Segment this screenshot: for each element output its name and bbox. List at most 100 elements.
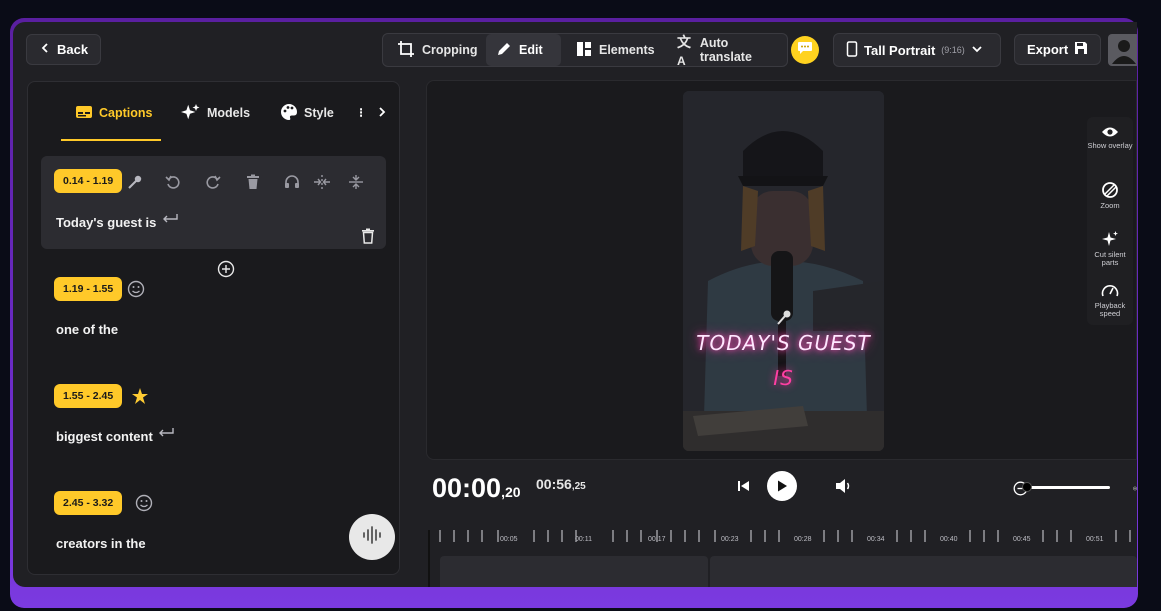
speedometer-icon [1101, 285, 1119, 297]
tab-models[interactable]: Models [181, 102, 250, 124]
tab-edit-label: Edit [519, 43, 543, 57]
tick-label: 00:23 [721, 536, 739, 543]
zoom-slider-handle[interactable] [1022, 482, 1032, 492]
zoom-button[interactable]: Zoom [1087, 181, 1133, 210]
skip-back-button[interactable] [736, 478, 752, 494]
phone-icon [846, 40, 858, 60]
total-duration-frames: ,25 [571, 481, 586, 492]
caption-text[interactable]: Today's guest is [56, 215, 156, 230]
export-label: Export [1027, 42, 1069, 57]
tab-cropping-label: Cropping [422, 43, 478, 57]
cut-silent-parts-button[interactable]: Cut silent parts [1087, 230, 1133, 267]
video-frame[interactable]: TODAY'S GUEST IS [683, 91, 884, 451]
show-overlay-button[interactable]: Show overlay [1087, 125, 1133, 150]
caption-text[interactable]: creators in the [56, 536, 146, 551]
star-icon[interactable] [131, 387, 149, 405]
play-button[interactable] [767, 471, 797, 501]
tab-captions[interactable]: Captions [75, 102, 152, 124]
volume-button[interactable] [835, 478, 853, 494]
tab-models-label: Models [207, 106, 251, 120]
caption-time-badge[interactable]: 1.19 - 1.55 [54, 277, 123, 301]
voice-record-button[interactable] [349, 514, 395, 560]
smiley-icon[interactable] [127, 280, 145, 298]
caption-text[interactable]: one of the [56, 322, 118, 337]
cut-silent-parts-label: Cut silent parts [1094, 250, 1126, 267]
caption-mic-emoji [775, 308, 793, 326]
tab-more[interactable]: ⁝ [359, 102, 363, 124]
playhead[interactable] [428, 530, 430, 587]
redo-icon[interactable] [204, 173, 222, 191]
caption-item[interactable]: 1.19 - 1.55 one of the [41, 273, 386, 353]
volume-icon [836, 479, 850, 493]
sparkle-icon [1102, 231, 1118, 246]
timeline-clip[interactable] [710, 556, 1137, 587]
split-icon[interactable] [347, 173, 365, 191]
format-select[interactable]: Tall Portrait (9:16) [833, 33, 1001, 67]
video-person-image [683, 91, 884, 451]
active-tab-indicator [61, 139, 161, 141]
chat-bubble-icon [797, 41, 813, 60]
tab-cropping[interactable]: Cropping [387, 34, 488, 66]
caption-item[interactable]: 2.45 - 3.32 creators in the [41, 487, 386, 567]
caption-time-badge[interactable]: 2.45 - 3.32 [54, 491, 123, 515]
tab-captions-label: Captions [99, 106, 153, 120]
editor-app: Back Cropping Edit Elements 文A Auto tran… [13, 22, 1137, 587]
zoom-icon [1102, 182, 1118, 198]
merge-icon[interactable] [313, 173, 331, 191]
captions-icon [75, 105, 93, 122]
zoom-in-button[interactable] [1133, 480, 1137, 496]
chat-support-button[interactable] [791, 36, 819, 64]
tabs-scroll-right[interactable] [377, 102, 387, 124]
timeline-clip[interactable] [440, 556, 708, 587]
skip-back-icon [738, 481, 749, 491]
translate-icon: 文A [677, 34, 691, 68]
line-break-icon[interactable] [157, 424, 175, 442]
caption-time-badge[interactable]: 0.14 - 1.19 [54, 169, 123, 193]
zoom-label: Zoom [1100, 201, 1120, 210]
undo-icon[interactable] [164, 173, 182, 191]
headphones-icon[interactable] [283, 173, 301, 191]
export-button[interactable]: Export [1014, 34, 1102, 65]
playback-speed-button[interactable]: Playback speed [1087, 283, 1133, 318]
timeline-panel: 00:00,20 00:56,25 00:05 00:11 00:17 00:2… [426, 466, 1137, 587]
tab-elements[interactable]: Elements [566, 34, 665, 66]
smiley-icon[interactable] [135, 494, 153, 512]
tab-style[interactable]: Style [280, 102, 334, 124]
format-ratio: (9:16) [941, 45, 965, 55]
sparkles-icon [181, 103, 201, 124]
playback-speed-label: Playback speed [1094, 301, 1126, 318]
back-button[interactable]: Back [26, 34, 102, 65]
caption-text[interactable]: biggest content [56, 429, 153, 444]
current-time-display: 00:00,20 [432, 473, 521, 504]
tick-label: 00:05 [500, 536, 518, 543]
show-overlay-label: Show overlay [1087, 141, 1133, 150]
format-label: Tall Portrait [864, 42, 936, 58]
user-avatar[interactable] [1108, 34, 1137, 66]
chevron-right-icon [377, 106, 387, 121]
tab-style-label: Style [304, 106, 334, 120]
trash-icon[interactable] [359, 227, 377, 245]
delete-icon[interactable] [244, 173, 262, 191]
tab-more-icon: ⁝ [359, 105, 364, 120]
tick-label: 00:45 [1013, 536, 1031, 543]
tick-label: 00:11 [575, 536, 592, 543]
chevron-left-icon [39, 42, 51, 57]
caption-time-badge[interactable]: 1.55 - 2.45 [54, 384, 123, 408]
tab-auto-translate[interactable]: 文A Auto translate [667, 34, 787, 68]
tick-label: 00:34 [867, 536, 885, 543]
tab-edit[interactable]: Edit [486, 34, 561, 66]
waveform-icon [361, 525, 383, 549]
zoom-slider-track[interactable] [1024, 486, 1110, 489]
current-time-frames: ,20 [501, 484, 521, 500]
line-break-icon[interactable] [161, 210, 179, 228]
edit-mode-tabs: Cropping Edit Elements 文A Auto translate [382, 33, 788, 68]
palette-icon [280, 103, 298, 124]
current-time: 00:00 [432, 473, 502, 503]
timeline-ruler[interactable]: 00:05 00:11 00:17 00:23 00:28 00:34 00:4… [426, 528, 1137, 546]
elements-icon [576, 41, 592, 60]
caption-item[interactable]: 0.14 - 1.19 Today's guest is [41, 156, 386, 249]
caption-item[interactable]: 1.55 - 2.45 biggest content [41, 380, 386, 460]
caption-overlay-line1[interactable]: TODAY'S GUEST [683, 331, 884, 355]
microphone-icon[interactable] [126, 173, 144, 191]
caption-overlay-line2[interactable]: IS [683, 366, 884, 390]
